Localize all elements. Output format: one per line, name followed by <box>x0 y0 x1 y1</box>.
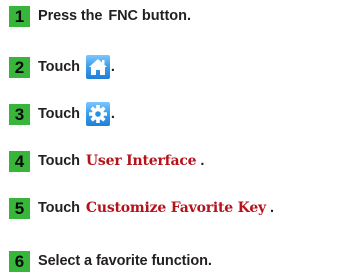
step-number-badge: 2 <box>9 56 30 78</box>
customize-favorite-key-label: Customize Favorite Key <box>85 200 266 216</box>
step-3: 3 Touch . <box>9 102 115 126</box>
step-text: Select a favorite function. <box>38 253 212 269</box>
step-number-badge: 1 <box>9 5 30 27</box>
step-number-badge: 4 <box>9 150 30 172</box>
step-text: Touch <box>38 106 80 122</box>
step-2: 2 Touch . <box>9 55 115 79</box>
step-suffix: . <box>200 153 205 169</box>
gear-icon <box>85 102 110 126</box>
user-interface-label: User Interface <box>85 153 197 169</box>
step-4: 4 Touch User Interface . <box>9 150 204 172</box>
fnc-key-label: FNC <box>108 8 138 24</box>
step-text: Press the <box>38 8 103 24</box>
step-text: Touch <box>38 153 80 169</box>
step-6: 6 Select a favorite function. <box>9 250 212 272</box>
step-number-badge: 5 <box>9 197 30 219</box>
step-text: Touch <box>38 59 80 75</box>
step-5: 5 Touch Customize Favorite Key . <box>9 197 274 219</box>
step-suffix: button. <box>137 8 192 24</box>
step-1: 1 Press the FNC button. <box>9 5 191 27</box>
step-number-badge: 3 <box>9 103 30 125</box>
step-suffix: . <box>110 106 115 122</box>
step-text: Touch <box>38 200 80 216</box>
home-icon <box>85 55 110 79</box>
step-suffix: . <box>110 59 115 75</box>
step-suffix: . <box>269 200 274 216</box>
step-number-badge: 6 <box>9 250 30 272</box>
